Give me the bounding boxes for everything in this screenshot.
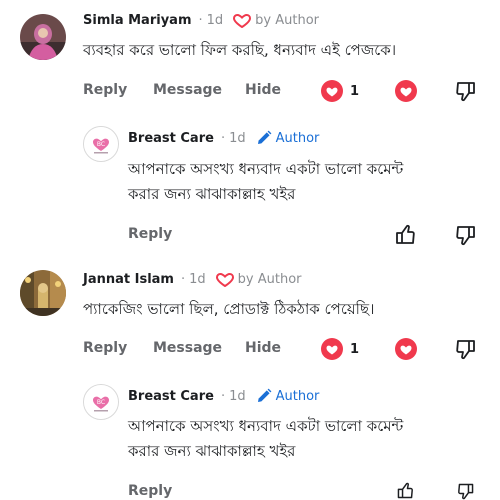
reply-author-name[interactable]: Breast Care bbox=[128, 131, 214, 146]
author-label: Author bbox=[275, 388, 320, 404]
timestamp[interactable]: 1d bbox=[189, 272, 206, 287]
reply-text-line-2: করার জন্য ঝাঝাকাল্লাহ খইর bbox=[128, 185, 296, 203]
author-label: Author bbox=[275, 130, 320, 146]
by-author-tag: by Author bbox=[233, 13, 319, 28]
love-outline-icon bbox=[215, 272, 234, 287]
reply-button[interactable]: Reply bbox=[128, 226, 172, 242]
avatar[interactable] bbox=[20, 14, 66, 60]
love-reaction-icon[interactable] bbox=[394, 338, 418, 360]
reply-actions: Reply bbox=[0, 224, 500, 244]
svg-text:BC: BC bbox=[97, 141, 105, 148]
message-button[interactable]: Message bbox=[153, 340, 222, 356]
timestamp[interactable]: 1d bbox=[207, 13, 224, 28]
timestamp[interactable]: 1d bbox=[229, 131, 246, 146]
reply-actions: Reply bbox=[0, 482, 500, 500]
reaction-count[interactable]: 1 bbox=[350, 84, 359, 99]
avatar[interactable] bbox=[20, 270, 66, 316]
love-reaction-icon[interactable] bbox=[394, 80, 418, 102]
reply-text-line-1: আপনাকে অসংখ্য ধন্যবাদ একটা ভালো কমেন্ট bbox=[128, 160, 404, 178]
commenter-name[interactable]: Jannat Islam bbox=[83, 272, 174, 287]
timestamp[interactable]: 1d bbox=[229, 389, 246, 404]
svg-text:BC: BC bbox=[97, 399, 105, 406]
page-avatar[interactable]: BC bbox=[83, 384, 119, 420]
author-tag: Author bbox=[256, 388, 320, 404]
by-author-tag: by Author bbox=[215, 272, 302, 287]
comment-text: ব্যবহার করে ভালো ফিল করছি, ধন্যবাদ এই পে… bbox=[83, 41, 397, 59]
hide-button[interactable]: Hide bbox=[245, 82, 281, 98]
comment-text: প্যাকেজিং ভালো ছিল, প্রোডাক্ট ঠিকঠাক পেয… bbox=[83, 300, 375, 318]
separator-dot: · bbox=[180, 272, 186, 287]
separator-dot: · bbox=[220, 388, 226, 404]
commenter-name[interactable]: Simla Mariyam bbox=[83, 13, 192, 28]
reply-button[interactable]: Reply bbox=[83, 82, 127, 98]
thumbs-down-icon[interactable] bbox=[455, 80, 477, 102]
comment-1: Simla Mariyam · 1d by Author ব্যবহার করে… bbox=[0, 0, 500, 255]
love-outline-icon bbox=[233, 13, 252, 28]
author-tag: Author bbox=[256, 130, 320, 146]
pencil-icon bbox=[257, 130, 272, 144]
thumbs-up-icon[interactable] bbox=[394, 482, 416, 500]
page-avatar[interactable]: BC bbox=[83, 126, 119, 162]
reply-button[interactable]: Reply bbox=[128, 483, 172, 499]
thumbs-down-icon[interactable] bbox=[455, 482, 477, 500]
pencil-icon bbox=[257, 388, 272, 402]
reaction-count[interactable]: 1 bbox=[350, 342, 359, 357]
thumbs-down-icon[interactable] bbox=[455, 338, 477, 360]
reply-button[interactable]: Reply bbox=[83, 340, 127, 356]
separator-dot: · bbox=[198, 13, 203, 28]
reply-text-line-2: করার জন্য ঝাঝাকাল্লাহ খইর bbox=[128, 442, 296, 460]
comment-2: Jannat Islam · 1d by Author প্যাকেজিং ভা… bbox=[0, 258, 500, 500]
comment-actions: Reply Message Hide bbox=[0, 80, 500, 100]
love-reaction-icon[interactable] bbox=[320, 338, 344, 360]
thumbs-up-icon[interactable] bbox=[394, 224, 416, 246]
thumbs-down-icon[interactable] bbox=[455, 224, 477, 246]
reply-author-name[interactable]: Breast Care bbox=[128, 389, 214, 404]
comment-actions: Reply Message Hide bbox=[0, 338, 500, 358]
by-author-label: by Author bbox=[255, 13, 320, 28]
love-reaction-icon[interactable] bbox=[320, 80, 344, 102]
by-author-label: by Author bbox=[237, 272, 302, 287]
reply-text-line-1: আপনাকে অসংখ্য ধন্যবাদ একটা ভালো কমেন্ট bbox=[128, 417, 404, 435]
message-button[interactable]: Message bbox=[153, 82, 222, 98]
separator-dot: · bbox=[220, 130, 226, 146]
hide-button[interactable]: Hide bbox=[245, 340, 281, 356]
